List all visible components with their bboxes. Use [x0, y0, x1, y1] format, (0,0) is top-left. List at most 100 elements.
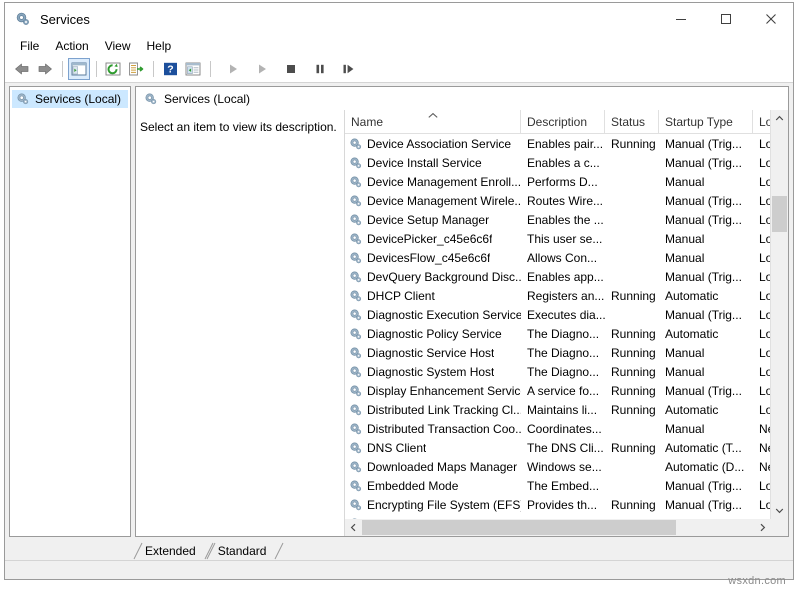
horizontal-scroll-thumb[interactable] [362, 520, 676, 535]
cell-name-text: DevicePicker_c45e6c6f [367, 232, 492, 246]
cell-startup: Manual [659, 175, 753, 189]
horizontal-scrollbar[interactable] [345, 519, 788, 536]
table-row[interactable]: DHCP ClientRegisters an...RunningAutomat… [345, 286, 788, 305]
tab-edge-left-icon [206, 542, 216, 560]
cell-status: Running [605, 498, 659, 512]
table-row[interactable]: Diagnostic Policy ServiceThe Diagno...Ru… [345, 324, 788, 343]
table-row[interactable]: DevicesFlow_c45e6c6fAllows Con...ManualL… [345, 248, 788, 267]
table-row[interactable]: Distributed Link Tracking Cl...Maintains… [345, 400, 788, 419]
cell-status: Running [605, 289, 659, 303]
table-row[interactable]: Display Enhancement ServiceA service fo.… [345, 381, 788, 400]
view-tab-strip: ExtendedStandard [5, 541, 793, 560]
cell-startup: Manual (Trig... [659, 498, 753, 512]
help-icon[interactable]: ? [159, 58, 181, 80]
table-row[interactable]: Diagnostic Execution ServiceExecutes dia… [345, 305, 788, 324]
cell-startup: Manual (Trig... [659, 479, 753, 493]
scroll-up-icon[interactable] [771, 110, 788, 127]
resume-service-icon[interactable] [338, 58, 360, 80]
cell-startup: Manual (Trig... [659, 137, 753, 151]
start-service-icon[interactable] [222, 58, 244, 80]
minimize-button[interactable] [658, 3, 703, 35]
table-row[interactable]: Diagnostic Service HostThe Diagno...Runn… [345, 343, 788, 362]
tab-standard[interactable]: Standard [206, 542, 277, 560]
cell-description: The DNS Cli... [521, 441, 605, 455]
services-window: Services File Action View Help [4, 2, 794, 580]
column-header-status[interactable]: Status [605, 110, 659, 133]
cell-name: Diagnostic Service Host [345, 346, 521, 360]
services-list-view[interactable]: NameDescriptionStatusStartup TypeLog Dev… [344, 110, 788, 536]
table-row[interactable]: Device Association ServiceEnables pair..… [345, 134, 788, 153]
cell-description: Enables the ... [521, 213, 605, 227]
menu-view[interactable]: View [97, 37, 139, 55]
cell-description: This user se... [521, 232, 605, 246]
detail-header: Services (Local) [135, 86, 789, 110]
cell-description: Performs D... [521, 175, 605, 189]
table-row[interactable]: Distributed Transaction Coo...Coordinate… [345, 419, 788, 438]
table-row[interactable]: DNS ClientThe DNS Cli...RunningAutomatic… [345, 438, 788, 457]
cell-status: Running [605, 403, 659, 417]
table-row[interactable]: Device Management Enroll...Performs D...… [345, 172, 788, 191]
cell-description: The Embed... [521, 479, 605, 493]
scroll-right-icon[interactable] [754, 519, 771, 536]
menu-help[interactable]: Help [139, 37, 180, 55]
refresh-icon[interactable] [102, 58, 124, 80]
vertical-scroll-thumb[interactable] [772, 196, 787, 232]
cell-status: Running [605, 384, 659, 398]
table-row[interactable]: Device Install ServiceEnables a c...Manu… [345, 153, 788, 172]
service-gear-icon [349, 175, 363, 189]
title-bar: Services [5, 3, 793, 35]
forward-icon[interactable] [34, 58, 56, 80]
stop-service-icon[interactable] [280, 58, 302, 80]
table-row[interactable]: Downloaded Maps ManagerWindows se...Auto… [345, 457, 788, 476]
vertical-scrollbar[interactable] [770, 110, 788, 519]
menu-bar: File Action View Help [5, 35, 793, 56]
export-list-icon[interactable] [125, 58, 147, 80]
tab-extended[interactable]: Extended [133, 542, 206, 560]
vertical-scroll-track[interactable] [771, 127, 788, 502]
window-title: Services [40, 12, 90, 27]
column-header-description[interactable]: Description [521, 110, 605, 133]
properties-icon[interactable] [182, 58, 204, 80]
column-header-name[interactable]: Name [345, 110, 521, 133]
table-row[interactable]: DevicePicker_c45e6c6fThis user se...Manu… [345, 229, 788, 248]
service-gear-icon [349, 479, 363, 493]
close-button[interactable] [748, 3, 793, 35]
horizontal-scroll-track[interactable] [362, 519, 754, 536]
cell-description: Enables pair... [521, 137, 605, 151]
table-row[interactable]: Encrypting File System (EFS)Provides th.… [345, 495, 788, 514]
cell-name: DNS Client [345, 441, 521, 455]
svg-text:?: ? [167, 64, 173, 76]
table-row[interactable]: Embedded ModeThe Embed... Manual (Trig...… [345, 476, 788, 495]
list-column-headers: NameDescriptionStatusStartup TypeLog [345, 110, 788, 134]
show-hide-console-tree-icon[interactable] [68, 58, 90, 80]
services-gear-icon [16, 92, 30, 106]
cell-startup: Manual (Trig... [659, 194, 753, 208]
table-row[interactable]: Diagnostic System HostThe Diagno...Runni… [345, 362, 788, 381]
service-gear-icon [349, 137, 363, 151]
cell-name: Device Association Service [345, 137, 521, 151]
back-icon[interactable] [11, 58, 33, 80]
window-controls [658, 3, 793, 35]
cell-startup: Automatic [659, 289, 753, 303]
menu-action[interactable]: Action [47, 37, 96, 55]
table-row[interactable]: DevQuery Background Disc...Enables app..… [345, 267, 788, 286]
cell-name-text: Distributed Transaction Coo... [367, 422, 521, 436]
detail-content: Select an item to view its description. … [135, 110, 789, 537]
restart-service-icon[interactable] [251, 58, 273, 80]
maximize-button[interactable] [703, 3, 748, 35]
cell-name-text: DNS Client [367, 441, 426, 455]
description-placeholder-text: Select an item to view its description. [140, 120, 337, 134]
column-header-label: Status [611, 115, 645, 129]
scroll-down-icon[interactable] [771, 502, 788, 519]
cell-startup: Automatic [659, 327, 753, 341]
cell-name: Embedded Mode [345, 479, 521, 493]
pause-service-icon[interactable] [309, 58, 331, 80]
service-gear-icon [349, 384, 363, 398]
menu-file[interactable]: File [12, 37, 47, 55]
table-row[interactable]: Device Management Wirele...Routes Wire..… [345, 191, 788, 210]
table-row[interactable]: Device Setup ManagerEnables the ...Manua… [345, 210, 788, 229]
tree-item-services-local[interactable]: Services (Local) [12, 90, 128, 108]
column-header-startup[interactable]: Startup Type [659, 110, 753, 133]
scroll-left-icon[interactable] [345, 519, 362, 536]
detail-pane: Services (Local) Select an item to view … [135, 86, 789, 537]
